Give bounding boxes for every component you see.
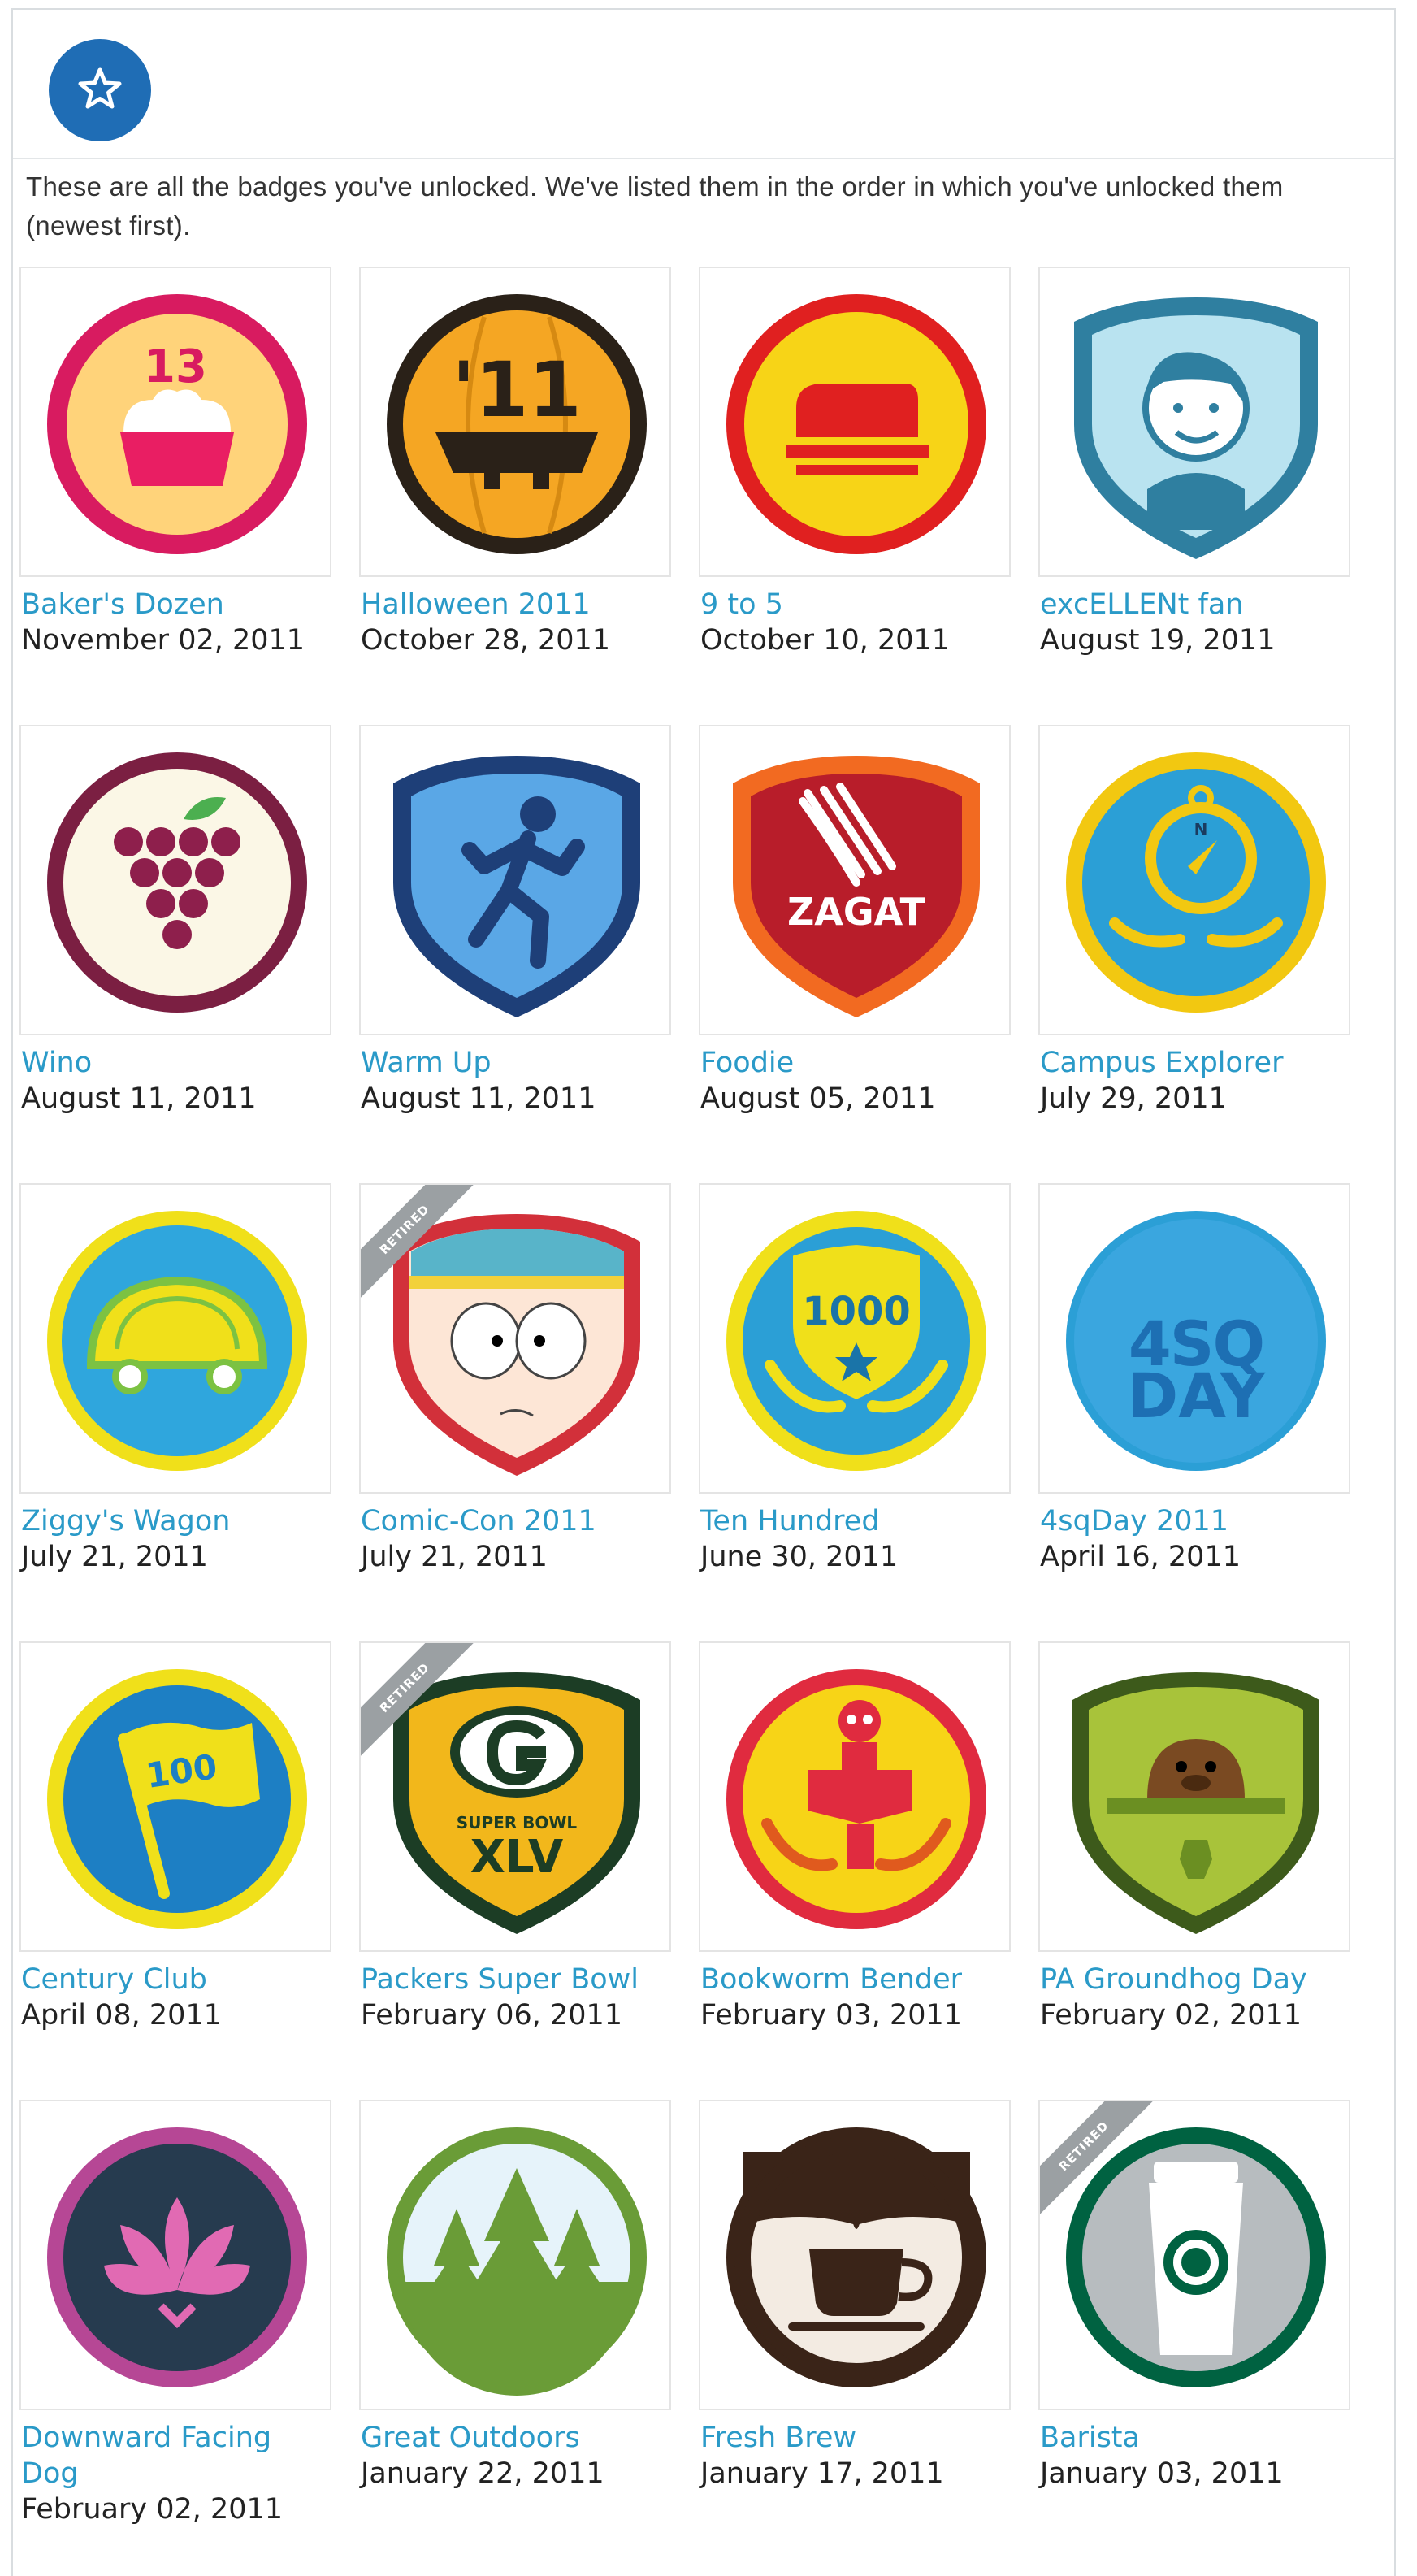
badge-date: April 08, 2011	[21, 1999, 222, 2032]
groundhog-icon[interactable]	[1058, 1661, 1334, 1937]
badge-name-link[interactable]: Wino	[21, 1045, 330, 1081]
badge-name-link[interactable]: Foodie	[700, 1045, 1009, 1081]
taco-wagon-icon[interactable]	[39, 1203, 315, 1479]
shield-laurel-icon[interactable]: 1000	[718, 1203, 994, 1479]
badge-name-link[interactable]: excELLENt fan	[1040, 587, 1349, 622]
badge-date: January 17, 2011	[700, 2457, 944, 2490]
badge-name-link[interactable]: PA Groundhog Day	[1040, 1962, 1349, 1997]
badge-date: August 19, 2011	[1040, 624, 1276, 657]
badge-name-link[interactable]: Barista	[1040, 2420, 1349, 2456]
badge-name-link[interactable]: Halloween 2011	[361, 587, 670, 622]
badge-name-link[interactable]: Baker's Dozen	[21, 587, 330, 622]
pumpkin-icon[interactable]: '11	[379, 286, 655, 562]
badge-tile[interactable]: 4SQ DAY	[1038, 1183, 1350, 1494]
badge-name-link[interactable]: Packers Super Bowl	[361, 1962, 670, 1997]
badge-name-link[interactable]: Bookworm Bender	[700, 1962, 1009, 1997]
stapler-icon[interactable]	[718, 286, 994, 562]
cartoon-face-icon[interactable]	[379, 1203, 655, 1479]
badge-tile[interactable]	[20, 725, 332, 1035]
svg-text:SUPER BOWL: SUPER BOWL	[457, 1813, 578, 1832]
badge-text: XLV	[470, 1831, 564, 1884]
badge-tile[interactable]: SUPER BOWL XLV RETIRED	[359, 1641, 671, 1952]
badge-text: '11	[452, 346, 582, 435]
4sqday-icon[interactable]: 4SQ DAY	[1058, 1203, 1334, 1479]
badge-tile[interactable]: RETIRED	[1038, 2100, 1350, 2410]
badge-date: July 21, 2011	[21, 1541, 208, 1573]
badge-date: October 28, 2011	[361, 624, 611, 657]
badge-tile[interactable]	[1038, 1641, 1350, 1952]
badge-date: January 03, 2011	[1040, 2457, 1284, 2490]
badge-name-link[interactable]: Fresh Brew	[700, 2420, 1009, 2456]
badge-text: N	[1194, 820, 1208, 839]
star-badge-icon[interactable]	[49, 39, 151, 141]
bookworm-icon[interactable]	[718, 1661, 994, 1937]
badge-name-link[interactable]: 9 to 5	[700, 587, 1009, 622]
takeaway-cup-icon[interactable]	[1058, 2119, 1334, 2396]
cupcake-icon[interactable]: 13	[39, 286, 315, 562]
badge-text: ZAGAT	[787, 890, 926, 934]
badge-date: February 02, 2011	[1040, 1999, 1302, 2032]
badge-name-link[interactable]: 4sqDay 2011	[1040, 1503, 1349, 1539]
badge-name-link[interactable]: Ten Hundred	[700, 1503, 1009, 1539]
lotus-icon[interactable]	[39, 2119, 315, 2396]
badge-text: 13	[144, 340, 207, 393]
badge-name-link[interactable]: Great Outdoors	[361, 2420, 670, 2456]
badge-date: August 05, 2011	[700, 1082, 936, 1115]
badge-date: April 16, 2011	[1040, 1541, 1241, 1573]
badge-name-link[interactable]: Warm Up	[361, 1045, 670, 1081]
badge-tile[interactable]	[699, 2100, 1011, 2410]
badge-name-link[interactable]: Comic-Con 2011	[361, 1503, 670, 1539]
fork-icon[interactable]: ZAGAT	[718, 744, 994, 1021]
badge-date: February 02, 2011	[21, 2493, 284, 2526]
badge-date: February 03, 2011	[700, 1999, 963, 2032]
badge-tile[interactable]	[699, 1641, 1011, 1952]
badge-date: July 21, 2011	[361, 1541, 548, 1573]
badge-date: August 11, 2011	[361, 1082, 596, 1115]
badge-tile[interactable]	[20, 2100, 332, 2410]
badge-tile[interactable]	[20, 1183, 332, 1494]
badge-tile[interactable]: N	[1038, 725, 1350, 1035]
badge-date: August 11, 2011	[21, 1082, 257, 1115]
badge-date: October 10, 2011	[700, 624, 951, 657]
badge-tile[interactable]: 100	[20, 1641, 332, 1952]
football-shield-icon[interactable]: SUPER BOWL XLV	[379, 1661, 655, 1937]
badge-name-link[interactable]: Downward Facing Dog	[21, 2420, 330, 2491]
badge-tile[interactable]: '11	[359, 267, 671, 577]
badge-text: 1000	[802, 1289, 911, 1334]
badge-tile[interactable]	[699, 267, 1011, 577]
badge-date: June 30, 2011	[700, 1541, 899, 1573]
portrait-icon[interactable]	[1058, 286, 1334, 562]
flag-icon[interactable]: 100	[39, 1661, 315, 1937]
compass-icon[interactable]: N	[1058, 744, 1334, 1021]
trees-icon[interactable]	[379, 2119, 655, 2396]
runner-icon[interactable]	[379, 744, 655, 1021]
grapes-icon[interactable]	[39, 744, 315, 1021]
badge-tile[interactable]	[359, 725, 671, 1035]
badge-date: November 02, 2011	[21, 624, 306, 657]
badge-date: July 29, 2011	[1040, 1082, 1227, 1115]
coffee-cup-icon[interactable]	[718, 2119, 994, 2396]
badge-tile[interactable]: RETIRED	[359, 1183, 671, 1494]
badge-tile[interactable]: ZAGAT	[699, 725, 1011, 1035]
badge-tile[interactable]	[359, 2100, 671, 2410]
badge-tile[interactable]	[1038, 267, 1350, 577]
badge-date: January 22, 2011	[361, 2457, 604, 2490]
badge-name-link[interactable]: Century Club	[21, 1962, 330, 1997]
intro-text: These are all the badges you've unlocked…	[26, 171, 1284, 241]
badge-date: February 06, 2011	[361, 1999, 623, 2032]
badge-name-link[interactable]: Campus Explorer	[1040, 1045, 1349, 1081]
badge-tile[interactable]: 1000	[699, 1183, 1011, 1494]
header-bar	[13, 10, 1394, 159]
badge-tile[interactable]: 13	[20, 267, 332, 577]
svg-text:DAY: DAY	[1127, 1360, 1266, 1432]
badge-name-link[interactable]: Ziggy's Wagon	[21, 1503, 330, 1539]
